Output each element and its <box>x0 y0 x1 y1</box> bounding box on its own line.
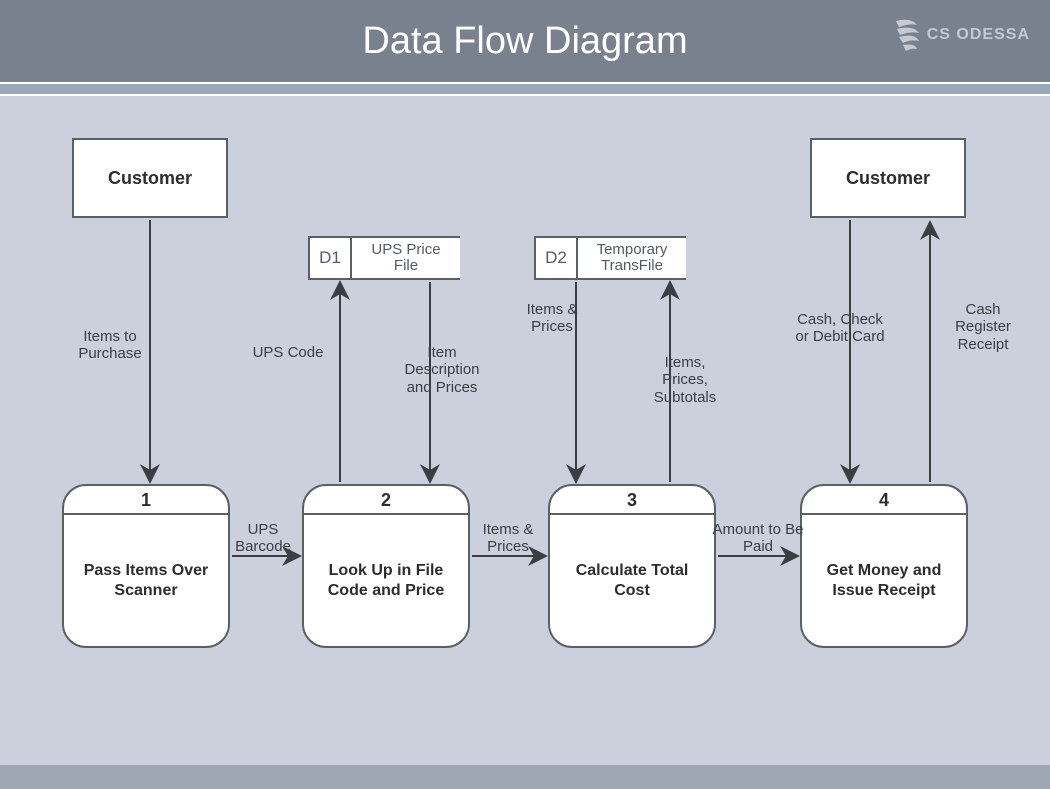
flow-items-prices-1: Items & Prices <box>468 521 548 556</box>
flow-items-prices-2: Items & Prices <box>512 301 592 336</box>
process-number: 2 <box>304 486 468 515</box>
process-number: 4 <box>802 486 966 515</box>
entity-label: Customer <box>846 168 930 189</box>
flow-item-desc-prices: Item Description and Prices <box>392 344 492 396</box>
process-1: 1 Pass Items Over Scanner <box>62 484 230 648</box>
process-3: 3 Calculate Total Cost <box>548 484 716 648</box>
datastore-d1: D1 UPS Price File <box>308 236 460 280</box>
entity-customer-right: Customer <box>810 138 966 218</box>
datastore-id: D2 <box>534 236 578 280</box>
datastore-id: D1 <box>308 236 352 280</box>
process-number: 1 <box>64 486 228 515</box>
process-4: 4 Get Money and Issue Receipt <box>800 484 968 648</box>
process-2: 2 Look Up in File Code and Price <box>302 484 470 648</box>
flow-items-to-purchase: Items to Purchase <box>60 328 160 363</box>
flow-amount-to-be-paid: Amount to Be Paid <box>710 521 806 556</box>
datastore-name: UPS Price File <box>352 236 460 280</box>
entity-label: Customer <box>108 168 192 189</box>
datastore-d2: D2 Temporary TransFile <box>534 236 686 280</box>
process-label: Pass Items Over Scanner <box>64 515 228 646</box>
diagram-canvas: Customer Customer D1 UPS Price File D2 T… <box>0 96 1050 766</box>
flow-ups-barcode: UPS Barcode <box>223 521 303 556</box>
process-label: Calculate Total Cost <box>550 515 714 646</box>
brand-text: CS ODESSA <box>927 26 1030 44</box>
process-label: Get Money and Issue Receipt <box>802 515 966 646</box>
datastore-name: Temporary TransFile <box>578 236 686 280</box>
header-accent-bar <box>0 82 1050 96</box>
flow-cash-register-receipt: Cash Register Receipt <box>938 301 1028 353</box>
brand-logo: CS ODESSA <box>891 15 1030 55</box>
footer-bar <box>0 765 1050 789</box>
flow-items-prices-subtotals: Items, Prices, Subtotals <box>640 354 730 406</box>
page-title: Data Flow Diagram <box>362 20 687 63</box>
flow-ups-code: UPS Code <box>248 344 328 361</box>
entity-customer-left: Customer <box>72 138 228 218</box>
process-number: 3 <box>550 486 714 515</box>
header-bar: Data Flow Diagram CS ODESSA <box>0 0 1050 82</box>
flow-cash-check-debit: Cash, Check or Debit Card <box>790 311 890 346</box>
swirl-icon <box>891 15 921 55</box>
process-label: Look Up in File Code and Price <box>304 515 468 646</box>
